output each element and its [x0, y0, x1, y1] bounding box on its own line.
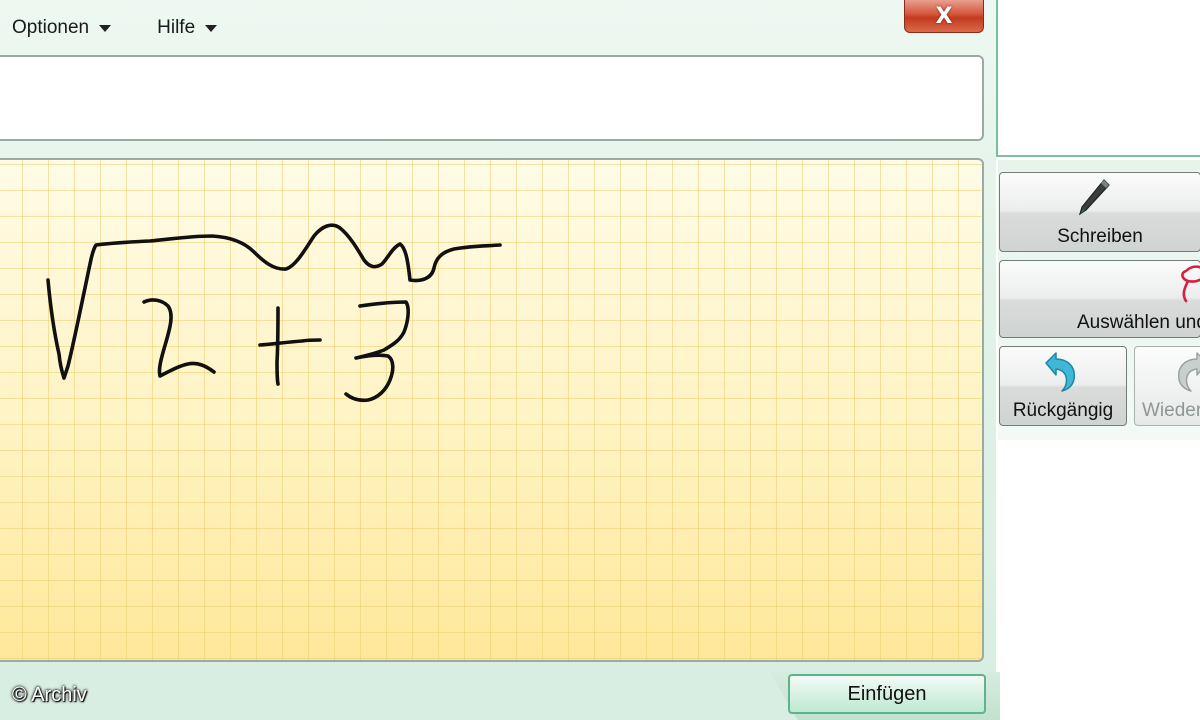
ink-stroke-digit-2 [142, 298, 216, 378]
ink-stroke-plus-vertical [275, 306, 280, 386]
redo-button-label: Wiederholen [1142, 400, 1200, 421]
insert-button[interactable]: Einfügen [788, 674, 986, 714]
chevron-down-icon [205, 24, 218, 32]
math-input-panel-window: Optionen Hilfe X Schreiben Auswählen und… [0, 0, 1200, 720]
ink-stroke-radical [46, 223, 502, 380]
menu-bar: Optionen Hilfe [0, 10, 251, 46]
menu-options-label: Optionen [12, 17, 90, 38]
ink-stroke-digit-3 [344, 300, 410, 403]
redo-arrow-icon [1177, 352, 1200, 392]
handwritten-ink [46, 223, 502, 403]
ink-stroke-plus-horizontal [258, 338, 322, 347]
select-and-correct-button-label: Auswählen und [1077, 312, 1200, 333]
undo-arrow-icon [1045, 352, 1076, 392]
undo-button-label: Rückgängig [1012, 400, 1114, 421]
write-button[interactable]: Schreiben [999, 172, 1200, 252]
undo-button[interactable]: Rückgängig [999, 346, 1127, 426]
menu-help[interactable]: Hilfe [157, 17, 218, 39]
chevron-down-icon [99, 24, 112, 32]
insert-button-label: Einfügen [847, 682, 927, 705]
menu-options[interactable]: Optionen [12, 17, 112, 39]
copyright-watermark-text: © Archiv [12, 684, 87, 706]
close-button[interactable]: X [904, 0, 984, 33]
select-and-correct-button[interactable]: Auswählen und [999, 260, 1200, 338]
write-button-label: Schreiben [1057, 226, 1143, 247]
preview-area[interactable] [0, 55, 984, 141]
lasso-icon [1181, 265, 1200, 303]
copyright-watermark: © Archiv [12, 684, 87, 707]
writing-pad[interactable] [0, 158, 984, 662]
pen-icon [1078, 179, 1110, 216]
redo-button[interactable]: Wiederholen [1134, 346, 1200, 426]
close-icon: X [935, 3, 953, 29]
menu-help-label: Hilfe [157, 17, 196, 38]
